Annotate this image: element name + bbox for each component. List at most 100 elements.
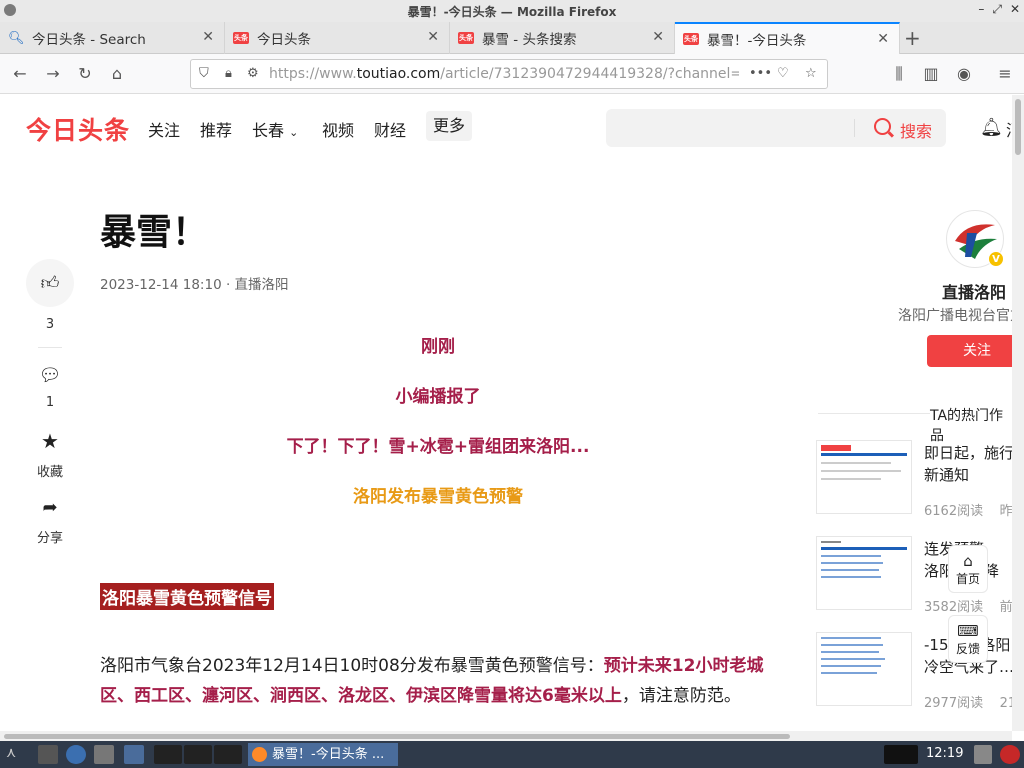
author-description: 洛阳广播电视台官方: [898, 308, 1012, 324]
nav-follow[interactable]: 关注: [148, 117, 180, 141]
permissions-icon[interactable]: ⚙: [247, 66, 259, 81]
article-line-2: 小编播报了: [395, 387, 481, 407]
horizontal-scroll-thumb[interactable]: [4, 734, 790, 739]
url-bar[interactable]: ⛉ 🔒︎ ⚙ https://www.toutiao.com/article/7…: [190, 59, 828, 89]
collect-button[interactable]: ★ 收藏: [26, 429, 74, 480]
clock[interactable]: 12:19: [926, 746, 963, 761]
article-source[interactable]: 直播洛阳: [235, 277, 289, 293]
hot-works-divider: [818, 413, 930, 414]
nav-more-button[interactable]: 更多: [426, 111, 472, 141]
comment-icon: 💬︎: [38, 365, 62, 386]
search-button-label[interactable]: 搜索: [900, 118, 932, 142]
taskbar-firefox-task[interactable]: 暴雪！-今日头条 ...: [248, 743, 398, 766]
nav-recommend[interactable]: 推荐: [200, 117, 232, 141]
thumbs-up-icon: 👍︎: [26, 259, 74, 307]
close-icon[interactable]: ✕: [202, 29, 214, 45]
sidebar-icon[interactable]: ▥: [920, 63, 942, 85]
work-meta: 2977阅读 21: [924, 696, 1012, 711]
workspace-2[interactable]: [184, 745, 212, 764]
close-icon[interactable]: ✕: [652, 29, 664, 45]
nav-video[interactable]: 视频: [322, 117, 354, 141]
tab-search[interactable]: 🔍︎ 今日头条 - Search ✕: [0, 22, 225, 54]
share-label: 分享: [36, 531, 63, 546]
toutiao-favicon-icon: 头条: [683, 33, 699, 45]
bookmark-star-icon[interactable]: ☆: [805, 66, 817, 81]
close-icon[interactable]: ✕: [877, 31, 889, 47]
tab-label: 暴雪！-今日头条: [707, 33, 807, 49]
hot-works-title: TA的热门作品: [930, 408, 1004, 444]
work-meta: 3582阅读 前: [924, 600, 1012, 615]
library-icon[interactable]: ⫼: [888, 63, 910, 85]
workspace-1[interactable]: [154, 745, 182, 764]
search-box[interactable]: 搜索: [606, 109, 946, 147]
float-home-button[interactable]: ⌂ 首页: [948, 545, 988, 593]
page-actions-icon[interactable]: •••: [749, 66, 772, 81]
lock-icon[interactable]: 🔒︎: [225, 66, 232, 81]
minimize-button[interactable]: –: [978, 2, 984, 17]
star-icon: ★: [41, 429, 59, 453]
share-icon: ➦: [42, 497, 58, 518]
comment-count: 1: [45, 395, 55, 410]
article-line-1: 刚刚: [421, 337, 455, 357]
new-tab-button[interactable]: +: [904, 26, 921, 50]
home-icon: ⌂: [963, 552, 973, 570]
nav-finance[interactable]: 财经: [374, 117, 406, 141]
url-text[interactable]: https://www.toutiao.com/article/73123904…: [269, 66, 739, 82]
comment-button[interactable]: 💬︎ 1: [26, 365, 74, 410]
home-icon[interactable]: ⌂: [106, 63, 128, 85]
reload-icon[interactable]: ↻: [74, 63, 96, 85]
vertical-scrollbar[interactable]: [1012, 95, 1024, 731]
float-feedback-label: 反馈: [955, 642, 980, 656]
toutiao-logo[interactable]: 今日头条: [26, 111, 130, 147]
horizontal-scrollbar[interactable]: [0, 731, 1012, 741]
forward-arrow-icon[interactable]: →: [42, 63, 64, 85]
shield-icon[interactable]: ⛉: [199, 66, 209, 81]
float-feedback-button[interactable]: ⌨ 反馈: [948, 615, 988, 663]
author-name[interactable]: 直播洛阳: [942, 279, 1006, 303]
search-icon: 🔍︎: [8, 30, 25, 46]
work-thumbnail: [816, 440, 912, 514]
pocket-icon[interactable]: ♡: [777, 66, 789, 81]
workspace-3[interactable]: [214, 745, 242, 764]
work-title: 即日起，施行 新通知: [924, 444, 1012, 484]
toutiao-favicon-icon: 头条: [233, 32, 249, 44]
follow-button[interactable]: 关注: [927, 335, 1012, 367]
account-icon[interactable]: ◉: [953, 63, 975, 85]
hot-work-item[interactable]: 即日起，施行 新通知 6162阅读 昨: [816, 440, 1012, 519]
tab-label: 暴雪 - 头条搜索: [482, 32, 577, 48]
article-title: 暴雪！: [100, 212, 209, 253]
tab-label: 今日头条: [257, 32, 311, 48]
like-button[interactable]: 👍︎ 3: [26, 259, 74, 332]
tab-label: 今日头条 - Search: [32, 32, 146, 48]
paragraph-end: ，请注意防范。: [621, 686, 741, 706]
toutiao-favicon-icon: 头条: [458, 32, 474, 44]
close-window-button[interactable]: ✕: [1010, 2, 1020, 17]
back-arrow-icon[interactable]: ←: [9, 63, 31, 85]
article-line-4: 洛阳发布暴雪黄色预警: [353, 487, 523, 507]
window-controls: – ⤢ ✕: [978, 2, 1020, 17]
firefox-launcher-icon[interactable]: [124, 745, 144, 764]
tab-article[interactable]: 头条 暴雪！-今日头条 ✕: [675, 22, 900, 54]
close-icon[interactable]: ✕: [427, 29, 439, 45]
tab-toutiao-search[interactable]: 头条 暴雪 - 头条搜索 ✕: [450, 22, 675, 54]
menu-icon[interactable]: ≡: [994, 63, 1016, 85]
vertical-scroll-thumb[interactable]: [1015, 99, 1021, 155]
tray-user-icon[interactable]: [974, 745, 992, 764]
article-meta: 2023-12-14 18:10 · 直播洛阳: [100, 273, 289, 293]
bell-icon[interactable]: 🔔︎: [980, 117, 1003, 138]
files-icon[interactable]: [94, 745, 114, 764]
float-home-label: 首页: [955, 572, 980, 586]
tab-toutiao[interactable]: 头条 今日头条 ✕: [225, 22, 450, 54]
browser-launcher-icon[interactable]: [66, 745, 86, 764]
tab-bar: 🔍︎ 今日头条 - Search ✕ 头条 今日头条 ✕ 头条 暴雪 - 头条搜…: [0, 22, 1024, 54]
maximize-button[interactable]: ⤢: [992, 2, 1002, 17]
start-menu-icon[interactable]: ⋏: [6, 745, 26, 764]
desktop-icon[interactable]: [38, 745, 58, 764]
window-title: 暴雪！-今日头条 — Mozilla Firefox: [407, 5, 617, 19]
nav-city[interactable]: 长春 ⌄: [252, 117, 298, 141]
chevron-down-icon: ⌄: [289, 126, 299, 139]
power-icon[interactable]: [1000, 745, 1020, 764]
work-meta: 6162阅读 昨: [924, 504, 1012, 519]
nav-city-label: 长春: [252, 121, 285, 140]
share-button[interactable]: ➦ 分享: [26, 497, 74, 546]
